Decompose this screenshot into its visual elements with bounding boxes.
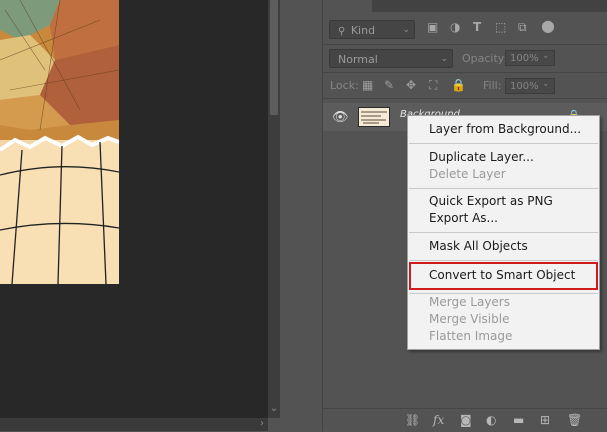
menu-item-export-as[interactable]: Export As... xyxy=(429,210,498,227)
blend-mode-value: Normal xyxy=(338,53,378,66)
kind-filter-label: Kind xyxy=(350,24,376,37)
menu-item-layer-from-background[interactable]: Layer from Background... xyxy=(429,121,581,138)
layer-thumbnail xyxy=(358,107,390,127)
filter-toggle-icon[interactable]: ● xyxy=(541,16,555,35)
menu-item-quick-export-png[interactable]: Quick Export as PNG xyxy=(429,193,553,210)
menu-item-flatten-image[interactable]: Flatten Image xyxy=(429,328,512,345)
lock-label: Lock: xyxy=(330,79,359,92)
layer-thumbnail-drawing xyxy=(359,108,389,126)
fill-label: Fill: xyxy=(483,79,502,92)
fx-icon[interactable]: fx xyxy=(433,413,444,427)
smart-object-filter-icon[interactable]: ⧉ xyxy=(518,20,527,35)
mask-icon[interactable]: ◙ xyxy=(460,413,472,427)
scroll-right-arrow-icon[interactable]: › xyxy=(260,418,264,429)
lock-transparent-pixels-icon[interactable]: ▦ xyxy=(362,78,373,92)
trash-icon[interactable]: 🗑 xyxy=(567,413,582,427)
type-filter-icon[interactable]: T xyxy=(473,20,481,34)
layers-bottom-toolbar: ⛓ fx ◙ ◐ ▬ ⊞ 🗑 xyxy=(323,408,607,432)
lock-artboard-icon[interactable]: ⛶ xyxy=(429,78,437,93)
menu-item-delete-layer[interactable]: Delete Layer xyxy=(429,166,506,183)
lock-all-icon[interactable]: 🔒 xyxy=(451,78,466,92)
eye-icon[interactable]: 👁 xyxy=(332,110,349,125)
vertical-scrollbar-thumb[interactable] xyxy=(270,0,278,115)
vertical-scrollbar[interactable]: ⌄ xyxy=(268,0,280,418)
kind-filter-dropdown[interactable]: ⚲ Kind ⌄ xyxy=(329,20,415,39)
shape-filter-icon[interactable]: ⬚ xyxy=(495,20,506,34)
adjustment-icon[interactable]: ◐ xyxy=(486,413,496,427)
lock-position-icon[interactable]: ✥ xyxy=(406,78,416,92)
separator xyxy=(323,98,607,99)
panel-dock-gap xyxy=(280,0,322,431)
chevron-down-icon: ⌄ xyxy=(402,25,410,35)
link-icon[interactable]: ⛓ xyxy=(405,413,420,427)
search-icon: ⚲ xyxy=(338,26,346,37)
document-canvas[interactable] xyxy=(0,0,268,418)
tab-other[interactable] xyxy=(372,0,607,12)
chevron-down-icon: ⌄ xyxy=(440,54,448,64)
fill-chevron-icon[interactable]: ⌄ xyxy=(542,79,550,89)
group-folder-icon[interactable]: ▬ xyxy=(513,413,524,427)
menu-item-merge-visible[interactable]: Merge Visible xyxy=(429,311,509,328)
image-filter-icon[interactable]: ▣ xyxy=(427,20,438,34)
menu-item-mask-all-objects[interactable]: Mask All Objects xyxy=(429,238,528,255)
horizontal-scrollbar[interactable]: › xyxy=(0,418,268,431)
map-image-drawing xyxy=(0,0,119,284)
panel-tabs xyxy=(323,0,607,12)
map-image xyxy=(0,0,119,284)
separator xyxy=(323,44,607,45)
opacity-value: 100% xyxy=(510,53,539,64)
adjustment-filter-icon[interactable]: ◑ xyxy=(450,20,460,34)
layer-context-menu: Layer from Background... Duplicate Layer… xyxy=(407,115,600,350)
blend-mode-dropdown[interactable]: Normal ⌄ xyxy=(329,49,453,68)
menu-item-convert-to-smart-object[interactable]: Convert to Smart Object xyxy=(429,267,575,284)
fill-value: 100% xyxy=(510,81,539,92)
scroll-down-arrow-icon[interactable]: ⌄ xyxy=(268,403,280,414)
menu-item-duplicate-layer[interactable]: Duplicate Layer... xyxy=(429,149,534,166)
menu-separator xyxy=(409,232,598,233)
opacity-label: Opacity: xyxy=(462,52,508,65)
new-layer-icon[interactable]: ⊞ xyxy=(540,413,550,427)
separator xyxy=(323,72,607,73)
lock-image-pixels-icon[interactable]: ✎ xyxy=(384,78,394,92)
menu-separator xyxy=(409,143,598,144)
menu-separator xyxy=(409,260,598,261)
menu-item-merge-layers[interactable]: Merge Layers xyxy=(429,294,510,311)
opacity-chevron-icon[interactable]: ⌄ xyxy=(542,51,550,61)
tab-layers[interactable] xyxy=(323,0,371,12)
menu-separator xyxy=(409,188,598,189)
